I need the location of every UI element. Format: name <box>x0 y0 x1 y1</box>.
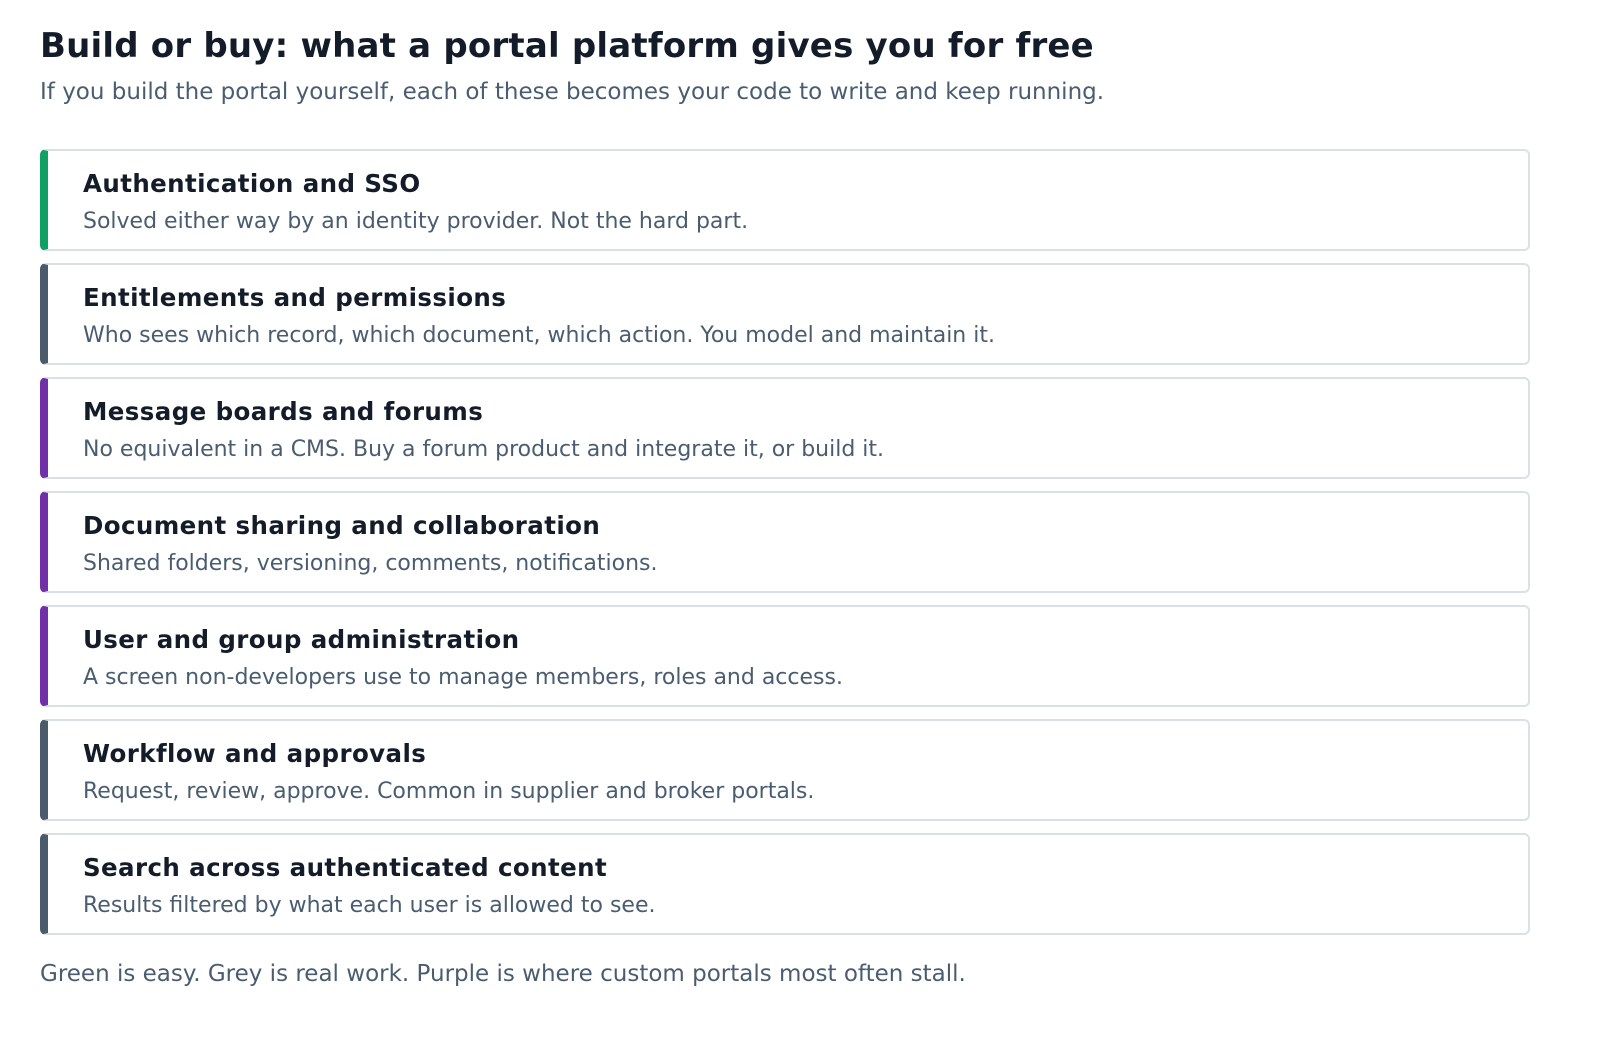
capability-title: Workflow and approvals <box>83 739 427 768</box>
capability-description: Results filtered by what each user is al… <box>83 893 656 918</box>
capability-card-message-boards: Message boards and forums No equivalent … <box>40 377 1530 479</box>
capability-card-authentication: Authentication and SSO Solved either way… <box>40 149 1530 251</box>
capability-card-user-admin: User and group administration A screen n… <box>40 605 1530 707</box>
capability-card-search: Search across authenticated content Resu… <box>40 833 1530 935</box>
page: Build or buy: what a portal platform giv… <box>0 0 1600 1044</box>
capability-description: A screen non-developers use to manage me… <box>83 665 843 690</box>
capability-title: User and group administration <box>83 625 520 654</box>
capability-description: Shared folders, versioning, comments, no… <box>83 551 658 576</box>
legend-footnote: Green is easy. Grey is real work. Purple… <box>40 961 966 987</box>
capability-description: Request, review, approve. Common in supp… <box>83 779 815 804</box>
capability-title: Entitlements and permissions <box>83 283 507 312</box>
capability-title: Search across authenticated content <box>83 853 608 882</box>
capability-list: Authentication and SSO Solved either way… <box>40 149 1530 947</box>
capability-description: Solved either way by an identity provide… <box>83 209 749 234</box>
capability-title: Message boards and forums <box>83 397 484 426</box>
capability-description: No equivalent in a CMS. Buy a forum prod… <box>83 437 885 462</box>
capability-card-document-sharing: Document sharing and collaboration Share… <box>40 491 1530 593</box>
capability-card-entitlements: Entitlements and permissions Who sees wh… <box>40 263 1530 365</box>
capability-description: Who sees which record, which document, w… <box>83 323 995 348</box>
capability-title: Authentication and SSO <box>83 169 421 198</box>
page-title: Build or buy: what a portal platform giv… <box>40 26 1094 66</box>
capability-title: Document sharing and collaboration <box>83 511 601 540</box>
page-subtitle: If you build the portal yourself, each o… <box>40 79 1105 105</box>
capability-card-workflow: Workflow and approvals Request, review, … <box>40 719 1530 821</box>
